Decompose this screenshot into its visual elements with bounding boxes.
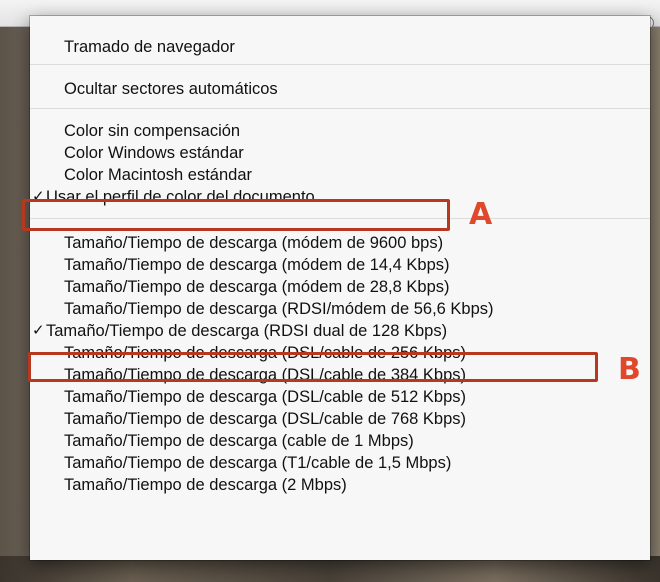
menu-item-label: Tamaño/Tiempo de descarga (DSL/cable de … (64, 388, 467, 406)
menu-item-label: Color sin compensación (64, 122, 241, 140)
annotation-box-b (28, 352, 598, 382)
menu-item-label: Tamaño/Tiempo de descarga (2 Mbps) (64, 476, 347, 494)
menu-item-label: Tramado de navegador (64, 38, 235, 56)
preview-options-menu: Tramado de navegador Ocultar sectores aut… (30, 16, 650, 560)
menu-item[interactable]: Tamaño/Tiempo de descarga (módem de 14,4… (30, 254, 650, 276)
menu-item[interactable]: Tamaño/Tiempo de descarga (T1/cable de 1… (30, 452, 650, 474)
menu-item-label: Tamaño/Tiempo de descarga (módem de 9600… (64, 234, 444, 252)
menu-item[interactable]: Color Macintosh estándar (30, 164, 650, 186)
menu-item-label: Tamaño/Tiempo de descarga (DSL/cable de … (64, 410, 467, 428)
menu-item-label: Tamaño/Tiempo de descarga (módem de 14,4… (64, 256, 450, 274)
menu-item[interactable]: Tramado de navegador (30, 36, 650, 58)
menu-item-label: Tamaño/Tiempo de descarga (cable de 1 Mb… (64, 432, 414, 450)
menu-item[interactable]: Ocultar sectores automáticos (30, 78, 650, 100)
menu-item[interactable]: Tamaño/Tiempo de descarga (DSL/cable de … (30, 408, 650, 430)
menu-separator (30, 108, 650, 109)
menu-item-label: Tamaño/Tiempo de descarga (módem de 28,8… (64, 278, 450, 296)
menu-item[interactable]: Tamaño/Tiempo de descarga (cable de 1 Mb… (30, 430, 650, 452)
menu-item-label: Tamaño/Tiempo de descarga (T1/cable de 1… (64, 454, 452, 472)
menu-item-label: Color Macintosh estándar (64, 166, 253, 184)
menu-item-label: Color Windows estándar (64, 144, 244, 162)
menu-item-label: Tamaño/Tiempo de descarga (RDSI dual de … (46, 322, 448, 340)
annotation-label-a: A (469, 197, 493, 232)
menu-item[interactable]: Color sin compensación (30, 120, 650, 142)
menu-item[interactable]: Tamaño/Tiempo de descarga (módem de 9600… (30, 232, 650, 254)
checkmark-icon: ✓ (32, 322, 45, 339)
menu-item-label: Ocultar sectores automáticos (64, 80, 278, 98)
menu-item[interactable]: ✓ Tamaño/Tiempo de descarga (RDSI dual de… (30, 320, 650, 342)
menu-item[interactable]: Color Windows estándar (30, 142, 650, 164)
menu-item[interactable]: Tamaño/Tiempo de descarga (DSL/cable de … (30, 386, 650, 408)
menu-item[interactable]: Tamaño/Tiempo de descarga (módem de 28,8… (30, 276, 650, 298)
annotation-label-b: B (618, 352, 641, 387)
annotation-box-a (22, 199, 450, 231)
menu-separator (30, 64, 650, 65)
menu-item-label: Tamaño/Tiempo de descarga (RDSI/módem de… (64, 300, 494, 318)
menu-item[interactable]: Tamaño/Tiempo de descarga (RDSI/módem de… (30, 298, 650, 320)
menu-item[interactable]: Tamaño/Tiempo de descarga (2 Mbps) (30, 474, 650, 496)
